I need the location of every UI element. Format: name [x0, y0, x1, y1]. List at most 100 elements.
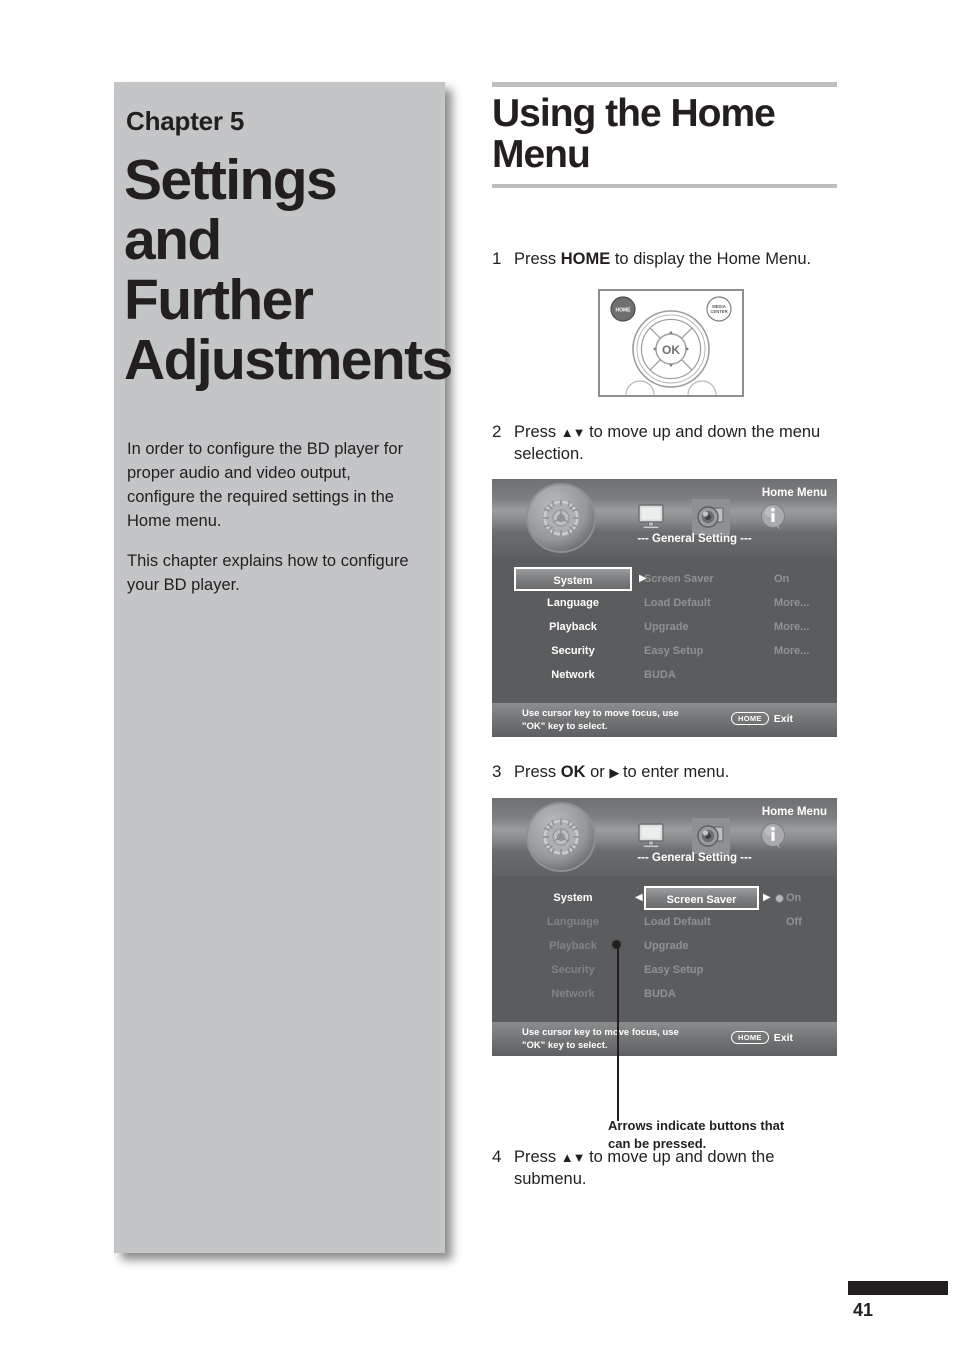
step-4-prefix: Press	[514, 1148, 561, 1167]
remote-bottom-right-button[interactable]	[687, 379, 717, 410]
step-3-text: Press OK or ▶ to enter menu.	[514, 761, 837, 783]
remote-control-figure: HOME MEDIA CENTER OK	[598, 288, 744, 410]
menu-2-footer-hint: Use cursor key to move focus, use "OK" k…	[522, 1027, 679, 1053]
callout-caption: Arrows indicate buttons that can be pres…	[608, 1117, 784, 1153]
chapter-title-line-2: and Further	[124, 207, 314, 332]
menu-1-footer-line-1: Use cursor key to move focus, use	[522, 708, 679, 720]
menu-2-left-item-language[interactable]: Language	[514, 910, 632, 934]
menu-1-left-item-playback[interactable]: Playback	[514, 615, 632, 639]
home-menu-screenshot-1: Home Menu --- General Setting --- System…	[492, 479, 837, 738]
step-3-mid: or	[585, 763, 610, 782]
step-3-number: 3	[492, 762, 502, 782]
chapter-intro: In order to configure the BD player for …	[124, 438, 419, 598]
menu-1-section-label: --- General Setting ---	[637, 533, 752, 546]
menu-1-value-easy-setup: More...	[774, 645, 810, 658]
info-icon[interactable]	[754, 499, 792, 535]
display-icon-svg	[638, 504, 664, 530]
step-1-prefix: Press	[514, 249, 561, 268]
menu-2-footer: Use cursor key to move focus, use "OK" k…	[492, 1022, 837, 1057]
menu-1-left-item-network[interactable]: Network	[514, 663, 632, 687]
menu-1-mid-item-buda[interactable]: BUDA	[644, 663, 764, 687]
step-1-key: HOME	[560, 249, 611, 268]
menu-2-footer-line-2: "OK" key to select.	[522, 1039, 608, 1051]
menu-1-header: Home Menu --- General Setting ---	[492, 479, 837, 558]
menu-1-footer: Use cursor key to move focus, use "OK" k…	[492, 703, 837, 738]
menu-1-left-item-language[interactable]: Language	[514, 591, 632, 615]
media-icon-svg	[697, 825, 724, 847]
radio-dot-on[interactable]	[775, 894, 784, 904]
menu-2-title: Home Menu	[761, 806, 827, 819]
remote-media-label-2: CENTER	[710, 309, 727, 314]
menu-2-value-off[interactable]: Off	[786, 910, 836, 934]
step-3-prefix: Press	[514, 763, 561, 782]
menu-2-left-item-security[interactable]: Security	[514, 958, 632, 982]
step-1: 1 Press HOME to display the Home Menu.	[492, 248, 837, 271]
updown-arrows-icon: ▲▼	[560, 424, 586, 440]
display-icon[interactable]	[632, 499, 670, 535]
callout-leader-line	[617, 945, 619, 1121]
media-icon-svg	[697, 506, 724, 528]
menu-1-mid-item-load-default[interactable]: Load Default	[644, 591, 764, 615]
menu-1-footer-hint: Use cursor key to move focus, use "OK" k…	[522, 708, 679, 734]
chapter-title: Settings and Further Adjustments	[124, 148, 453, 392]
chapter-label: Chapter 5	[126, 106, 245, 136]
display-icon[interactable]	[632, 818, 670, 854]
menu-1-value-load-default: More...	[774, 597, 810, 610]
footer-bar	[848, 1281, 948, 1295]
remote-control-svg: HOME MEDIA CENTER OK	[610, 295, 732, 410]
menu-1-mid-item-upgrade[interactable]: Upgrade	[644, 615, 764, 639]
step-2-text: Press ▲▼ to move up and down the menu se…	[514, 421, 837, 466]
menu-1-value-buda	[774, 663, 834, 687]
menu-2-section-label: --- General Setting ---	[637, 852, 752, 865]
info-icon[interactable]	[754, 818, 792, 854]
menu-2-header: Home Menu --- General Setting ---	[492, 798, 837, 877]
menu-1-value-screen-saver: On	[774, 573, 790, 586]
media-icon[interactable]	[692, 818, 730, 855]
chapter-title-line-3: Adjustments	[124, 327, 453, 392]
step-1-suffix: to display the Home Menu.	[610, 249, 812, 268]
menu-1-left-item-system[interactable]: System	[514, 567, 632, 592]
menu-2-mid-item-upgrade[interactable]: Upgrade	[644, 934, 764, 958]
info-icon-svg	[761, 823, 785, 850]
page-number: 41	[853, 1300, 874, 1320]
right-arrow-icon: ▶	[609, 765, 619, 781]
step-3: 3 Press OK or ▶ to enter menu.	[492, 761, 837, 784]
step-3-suffix: to enter menu.	[618, 763, 730, 782]
menu-2-exit[interactable]: HOME Exit	[731, 1031, 793, 1045]
page-title-line-1: Using the Home	[492, 92, 776, 135]
step-2-number: 2	[492, 421, 502, 441]
remote-bottom-left-button[interactable]	[625, 379, 655, 410]
menu-1-left-item-security[interactable]: Security	[514, 639, 632, 663]
menu-2-mid-item-buda[interactable]: BUDA	[644, 982, 764, 1006]
menu-1-title: Home Menu	[761, 487, 827, 500]
left-arrow-icon: ◀	[635, 892, 643, 904]
remote-home-label: HOME	[616, 307, 632, 313]
media-icon[interactable]	[692, 499, 730, 536]
menu-1-mid-item-easy-setup[interactable]: Easy Setup	[644, 639, 764, 663]
menu-1-mid-item-screen-saver[interactable]: Screen Saver	[644, 567, 764, 591]
right-arrow-icon: ▶	[763, 892, 771, 904]
menu-2-value-on[interactable]: On	[786, 886, 836, 910]
step-2: 2 Press ▲▼ to move up and down the menu …	[492, 421, 837, 466]
chapter-title-line-1: Settings	[124, 148, 338, 212]
menu-1-body: System ▶ Language Playback Security Netw…	[492, 557, 837, 703]
home-menu-screenshot-2: Home Menu --- General Setting --- System…	[492, 798, 837, 1057]
menu-2-body: System ◀ Language Playback Security Netw…	[492, 876, 837, 1022]
page-title-line-2: Menu	[492, 133, 591, 177]
menu-2-mid-item-screen-saver[interactable]: Screen Saver	[644, 886, 759, 911]
page-title: Using the Home Menu	[492, 93, 837, 176]
menu-2-mid-item-easy-setup[interactable]: Easy Setup	[644, 958, 764, 982]
step-1-number: 1	[492, 248, 502, 268]
menu-2-left-item-system[interactable]: System	[514, 886, 632, 910]
menu-2-mid-item-load-default[interactable]: Load Default	[644, 910, 764, 934]
step-1-text: Press HOME to display the Home Menu.	[514, 248, 837, 270]
callout-line-1: Arrows indicate buttons that	[608, 1118, 785, 1133]
menu-1-exit[interactable]: HOME Exit	[731, 712, 793, 726]
main-content-column: Using the Home Menu 1 Press HOME to disp…	[492, 82, 837, 1191]
step-4-number: 4	[492, 1147, 502, 1167]
menu-2-exit-label: Exit	[773, 1031, 793, 1044]
display-icon-svg	[638, 823, 664, 849]
menu-2-home-key-pill: HOME	[731, 1031, 769, 1045]
menu-2-left-item-network[interactable]: Network	[514, 982, 632, 1006]
updown-arrows-icon: ▲▼	[560, 1150, 586, 1166]
